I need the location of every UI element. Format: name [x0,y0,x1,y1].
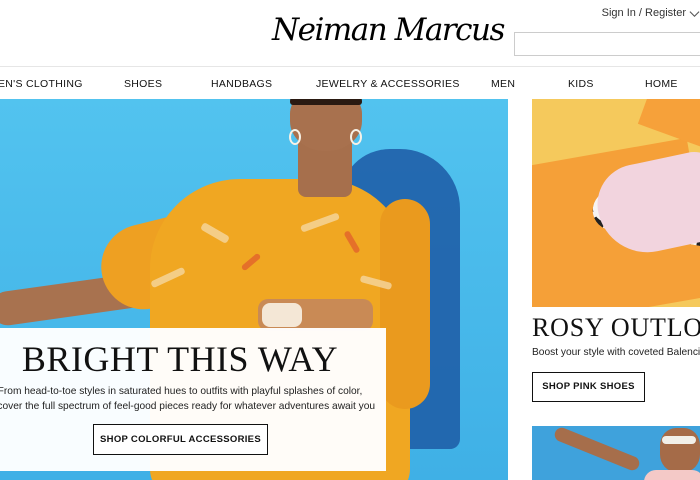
promo-secondary-image[interactable] [532,426,700,480]
account-menu[interactable]: Sign In / Register [602,7,700,19]
earring-right [350,129,362,145]
promo-title: ROSY OUTLO [532,313,700,342]
hero-text-card: BRIGHT THIS WAY From head-to-toe styles … [0,328,386,471]
sunglasses [662,436,696,444]
main-nav: EN'S CLOTHING SHOES HANDBAGS JEWELRY & A… [0,66,700,99]
neiman-marcus-logo[interactable]: Neiman Marcus [272,2,505,58]
model-hair [290,99,362,105]
sign-in-register-link[interactable]: Sign In / Register [602,7,686,19]
hero-description-line: From head-to-toe styles in saturated hue… [0,386,363,397]
promo-description: Boost your style with coveted Balenciag [532,347,700,358]
model-top [644,470,700,480]
nav-item-womens-clothing[interactable]: EN'S CLOTHING [0,78,83,90]
pink-shoe-image[interactable] [532,99,700,307]
shop-pink-shoes-button[interactable]: SHOP PINK SHOES [532,372,645,402]
nav-item-handbags[interactable]: HANDBAGS [211,78,272,90]
promo-pink-shoes[interactable]: ROSY OUTLO Boost your style with coveted… [532,99,700,480]
nav-item-kids[interactable]: KIDS [568,78,594,90]
chevron-down-icon [689,10,700,17]
nav-item-men[interactable]: MEN [491,78,515,90]
nav-item-jewelry-accessories[interactable]: JEWELRY & ACCESSORIES [316,78,460,90]
search-input[interactable] [514,32,700,56]
nav-item-home[interactable]: HOME [645,78,678,90]
hero-description: From head-to-toe styles in saturated hue… [0,384,376,414]
site-header: Neiman Marcus Sign In / Register [0,0,700,66]
earring-left [289,129,301,145]
model-arm [552,426,642,473]
belt-buckle [262,303,302,327]
dress-sleeve-right [380,199,430,409]
hero-description-line: iscover the full spectrum of feel-good p… [0,401,376,412]
nav-item-shoes[interactable]: SHOES [124,78,162,90]
model-head [660,428,700,472]
shop-colorful-accessories-button[interactable]: SHOP COLORFUL ACCESSORIES [93,424,268,455]
hero-banner[interactable]: BRIGHT THIS WAY From head-to-toe styles … [0,99,508,480]
hero-title: BRIGHT THIS WAY [21,339,339,379]
